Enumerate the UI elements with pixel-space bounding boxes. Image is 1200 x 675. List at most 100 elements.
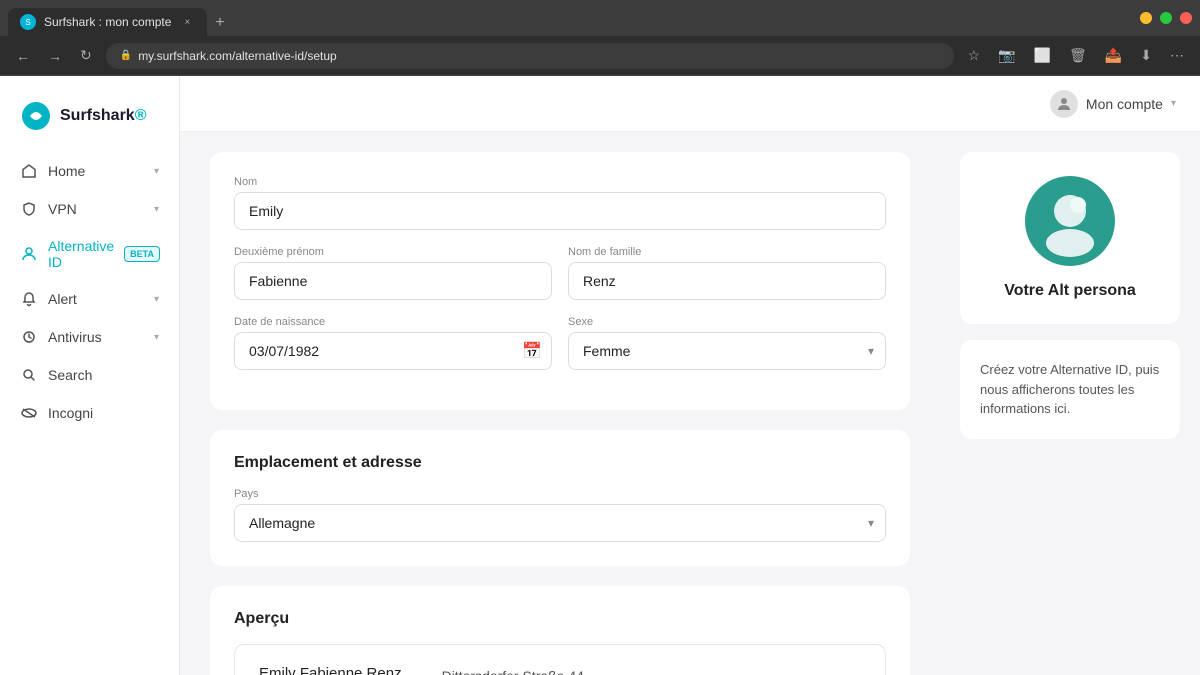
window-close-button[interactable]	[1180, 12, 1192, 24]
person-icon	[20, 245, 38, 263]
deuxieme-prenom-field: Deuxième prénom	[234, 246, 552, 300]
date-naissance-label: Date de naissance	[234, 316, 552, 328]
sexe-field: Sexe Femme Homme ▾	[568, 316, 886, 370]
browser-titlebar: S Surfshark : mon compte × +	[0, 0, 1200, 36]
section-emplacement-title: Emplacement et adresse	[234, 454, 886, 472]
nom-famille-label: Nom de famille	[568, 246, 886, 258]
sidebar-logo: Surfshark®	[0, 92, 179, 152]
date-input-wrapper: 📅	[234, 332, 552, 370]
top-bar: Mon compte ▾	[180, 76, 1200, 132]
sexe-select[interactable]: Femme Homme	[568, 332, 886, 370]
preview-col-left: Emily Fabienne Renz 03/07/1982	[259, 665, 402, 675]
sidebar: Surfshark® Home ▾ VPN ▾ Alternative ID B…	[0, 76, 180, 675]
form-section-name: Nom Deuxième prénom Nom de famille	[210, 152, 910, 410]
vpn-chevron-icon: ▾	[154, 204, 159, 215]
apercu-title: Aperçu	[234, 610, 886, 628]
info-card: Créez votre Alternative ID, puis nous af…	[960, 340, 1180, 439]
calendar-icon: 📅	[522, 341, 542, 361]
address-bar[interactable]: 🔒 my.surfshark.com/alternative-id/setup	[106, 43, 954, 69]
pays-field: Pays Allemagne France Espagne ▾	[234, 488, 886, 542]
preview-full-name: Emily Fabienne Renz	[259, 665, 402, 675]
pays-select[interactable]: Allemagne France Espagne	[234, 504, 886, 542]
preview-street: Dittersdorfer Straße 44	[442, 665, 584, 675]
tab-title: Surfshark : mon compte	[44, 15, 171, 29]
incogni-icon	[20, 404, 38, 422]
info-text: Créez votre Alternative ID, puis nous af…	[980, 360, 1160, 419]
menu-icon[interactable]: ⋯	[1166, 43, 1188, 68]
browser-addressbar: ← → ↻ 🔒 my.surfshark.com/alternative-id/…	[0, 36, 1200, 76]
sidebar-item-home[interactable]: Home ▾	[0, 152, 179, 190]
sidebar-item-label-incogni: Incogni	[48, 405, 159, 421]
preview-col-right: Dittersdorfer Straße 44 Amtsberg 09439 G…	[442, 665, 584, 675]
nom-label: Nom	[234, 176, 886, 188]
sidebar-item-vpn[interactable]: VPN ▾	[0, 190, 179, 228]
sidebar-item-label-alert: Alert	[48, 291, 144, 307]
persona-card: Votre Alt persona	[960, 152, 1180, 324]
star-icon[interactable]: ☆	[964, 43, 985, 68]
url-text: my.surfshark.com/alternative-id/setup	[138, 49, 337, 63]
content-area: Nom Deuxième prénom Nom de famille	[180, 132, 940, 675]
sidebar-item-alert[interactable]: Alert ▾	[0, 280, 179, 318]
download-icon[interactable]: ⬇	[1136, 43, 1156, 68]
nom-field-wrapper: Nom	[234, 176, 886, 230]
dob-sex-row: Date de naissance 📅 Sexe Femme	[234, 316, 886, 370]
pays-label: Pays	[234, 488, 886, 500]
tab-bar: S Surfshark : mon compte × +	[8, 0, 233, 36]
reload-button[interactable]: ↻	[76, 43, 96, 68]
sidebar-item-incogni[interactable]: Incogni	[0, 394, 179, 432]
sidebar-item-search[interactable]: Search	[0, 356, 179, 394]
sidebar-item-label-vpn: VPN	[48, 201, 144, 217]
form-section-location: Emplacement et adresse Pays Allemagne Fr…	[210, 430, 910, 566]
forward-button[interactable]: →	[44, 44, 66, 68]
new-tab-button[interactable]: +	[207, 10, 232, 36]
preview-box: Emily Fabienne Renz 03/07/1982 Dittersdo…	[234, 644, 886, 675]
sidebar-item-label-search: Search	[48, 367, 159, 383]
deuxieme-prenom-input[interactable]	[234, 262, 552, 300]
account-icon	[1050, 90, 1078, 118]
browser-toolbar: ☆ 📷 ⬜ 🗑 📤 ⬇ ⋯	[964, 43, 1188, 68]
pays-select-wrapper: Allemagne France Espagne ▾	[234, 504, 886, 542]
sidebar-item-label-antivirus: Antivirus	[48, 329, 144, 345]
antivirus-icon	[20, 328, 38, 346]
nom-input[interactable]	[234, 192, 886, 230]
preview-row: Emily Fabienne Renz 03/07/1982 Dittersdo…	[259, 665, 861, 675]
app-wrapper: Mon compte ▾ Nom Deuxième prénom	[180, 76, 1200, 675]
surfshark-logo-icon	[20, 100, 52, 132]
maximize-button[interactable]	[1160, 12, 1172, 24]
deuxieme-prenom-label: Deuxième prénom	[234, 246, 552, 258]
home-icon	[20, 162, 38, 180]
date-naissance-field: Date de naissance 📅	[234, 316, 552, 370]
lock-icon: 🔒	[120, 50, 132, 61]
home-chevron-icon: ▾	[154, 166, 159, 177]
date-naissance-input[interactable]	[234, 332, 552, 370]
alert-chevron-icon: ▾	[154, 294, 159, 305]
nom-famille-field: Nom de famille	[568, 246, 886, 300]
account-label: Mon compte	[1086, 96, 1163, 112]
antivirus-chevron-icon: ▾	[154, 332, 159, 343]
bell-icon	[20, 290, 38, 308]
trash-icon[interactable]: 🗑	[1065, 43, 1091, 68]
minimize-button[interactable]	[1140, 12, 1152, 24]
persona-avatar	[1025, 176, 1115, 266]
beta-badge: BETA	[124, 246, 160, 262]
camera-icon[interactable]: 📷	[994, 43, 1019, 68]
sidebar-item-alternative-id[interactable]: Alternative ID BETA	[0, 228, 179, 280]
back-button[interactable]: ←	[12, 44, 34, 68]
browser-tab[interactable]: S Surfshark : mon compte ×	[8, 8, 207, 36]
name-row: Deuxième prénom Nom de famille	[234, 246, 886, 300]
screenshot-icon[interactable]: ⬜	[1030, 43, 1055, 68]
nom-famille-input[interactable]	[568, 262, 886, 300]
sidebar-item-antivirus[interactable]: Antivirus ▾	[0, 318, 179, 356]
app-container: Surfshark® Home ▾ VPN ▾ Alternative ID B…	[0, 76, 1200, 675]
sidebar-item-label-alt-id: Alternative ID	[48, 238, 114, 270]
sexe-select-wrapper: Femme Homme ▾	[568, 332, 886, 370]
share-icon[interactable]: 📤	[1101, 43, 1126, 68]
account-button[interactable]: Mon compte ▾	[1050, 90, 1176, 118]
account-chevron-icon: ▾	[1171, 98, 1176, 109]
form-section-apercu: Aperçu Emily Fabienne Renz 03/07/1982 Di…	[210, 586, 910, 675]
right-panel: Votre Alt persona Créez votre Alternativ…	[940, 132, 1200, 675]
sidebar-item-label-home: Home	[48, 163, 144, 179]
sexe-label: Sexe	[568, 316, 886, 328]
tab-close-button[interactable]: ×	[179, 14, 195, 30]
logo-text: Surfshark®	[60, 107, 147, 125]
